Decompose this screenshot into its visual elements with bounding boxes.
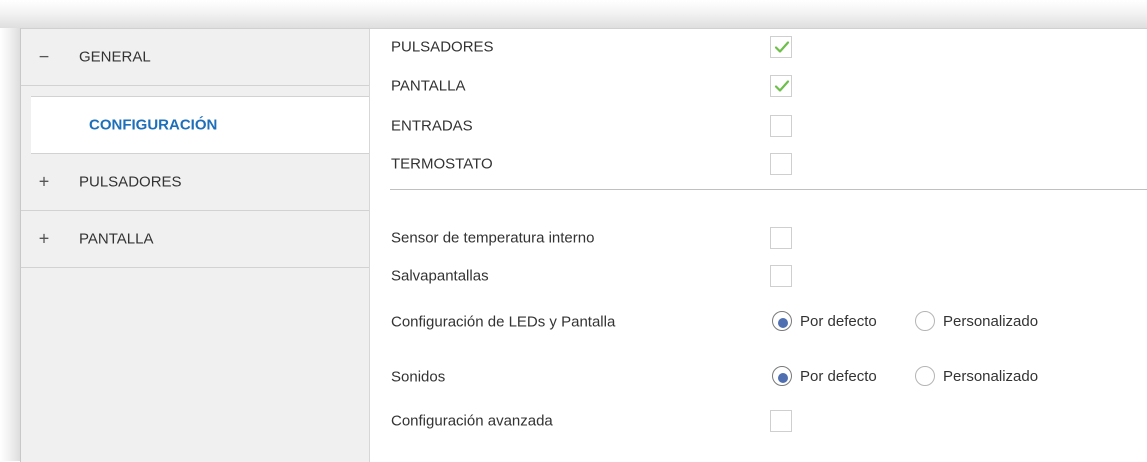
param-label: Sonidos bbox=[391, 368, 446, 386]
param-row-salvapantallas: Salvapantallas bbox=[370, 261, 1140, 291]
sidebar-item-pantalla[interactable]: + PANTALLA bbox=[21, 211, 369, 268]
avanzada-checkbox[interactable] bbox=[770, 410, 792, 432]
param-row-pantalla: PANTALLA bbox=[370, 71, 1140, 101]
radio-label: Personalizado bbox=[943, 368, 1039, 385]
radio-circle bbox=[915, 311, 935, 331]
param-row-leds: Configuración de LEDs y Pantalla Por def… bbox=[370, 307, 1140, 337]
param-label: ENTRADAS bbox=[391, 117, 473, 135]
param-row-pulsadores: PULSADORES bbox=[370, 32, 1140, 62]
radio-circle bbox=[772, 366, 792, 386]
sidebar-item-label: PANTALLA bbox=[79, 230, 154, 248]
radio-circle bbox=[772, 311, 792, 331]
sidebar: − GENERAL CONFIGURACIÓN + PULSADORES + P… bbox=[21, 29, 370, 462]
parameters-panel: PULSADORES PANTALLA ENTRADAS TERMOSTATO bbox=[370, 29, 1147, 462]
radio-dot bbox=[778, 318, 788, 328]
window-shadow-left bbox=[0, 28, 22, 461]
sidebar-item-label: CONFIGURACIÓN bbox=[89, 116, 218, 134]
plus-icon[interactable]: + bbox=[37, 172, 51, 193]
termostato-checkbox[interactable] bbox=[770, 153, 792, 175]
parameters-window: − GENERAL CONFIGURACIÓN + PULSADORES + P… bbox=[20, 28, 1147, 462]
sidebar-item-label: GENERAL bbox=[79, 48, 151, 66]
param-row-sonidos: Sonidos Por defecto Personalizado bbox=[370, 362, 1140, 392]
radio-dot bbox=[778, 373, 788, 383]
sidebar-item-configuracion[interactable]: CONFIGURACIÓN bbox=[31, 96, 369, 154]
param-row-termostato: TERMOSTATO bbox=[370, 149, 1140, 179]
sidebar-item-pulsadores[interactable]: + PULSADORES bbox=[21, 154, 369, 211]
radio-label: Por defecto bbox=[800, 313, 877, 330]
minus-icon[interactable]: − bbox=[37, 47, 51, 68]
pantalla-checkbox[interactable] bbox=[770, 75, 792, 97]
param-label: Configuración de LEDs y Pantalla bbox=[391, 313, 616, 331]
check-icon bbox=[774, 41, 790, 53]
plus-icon[interactable]: + bbox=[37, 229, 51, 250]
param-label: PULSADORES bbox=[391, 38, 494, 56]
param-label: Configuración avanzada bbox=[391, 412, 553, 430]
radio-circle bbox=[915, 366, 935, 386]
param-label: Salvapantallas bbox=[391, 267, 489, 285]
sidebar-item-general[interactable]: − GENERAL bbox=[21, 29, 369, 86]
sidebar-item-label: PULSADORES bbox=[79, 173, 182, 191]
param-label: Sensor de temperatura interno bbox=[391, 229, 595, 247]
param-label: PANTALLA bbox=[391, 77, 466, 95]
window-shadow-top bbox=[0, 0, 1147, 30]
pulsadores-checkbox[interactable] bbox=[770, 36, 792, 58]
radio-label: Por defecto bbox=[800, 368, 877, 385]
entradas-checkbox[interactable] bbox=[770, 115, 792, 137]
section-divider bbox=[390, 189, 1147, 190]
salvapantallas-checkbox[interactable] bbox=[770, 265, 792, 287]
radio-label: Personalizado bbox=[943, 313, 1039, 330]
check-icon bbox=[774, 80, 790, 92]
param-row-entradas: ENTRADAS bbox=[370, 111, 1140, 141]
param-row-sensor: Sensor de temperatura interno bbox=[370, 223, 1140, 253]
param-row-avanzada: Configuración avanzada bbox=[370, 406, 1140, 436]
sensor-checkbox[interactable] bbox=[770, 227, 792, 249]
param-label: TERMOSTATO bbox=[391, 155, 493, 173]
